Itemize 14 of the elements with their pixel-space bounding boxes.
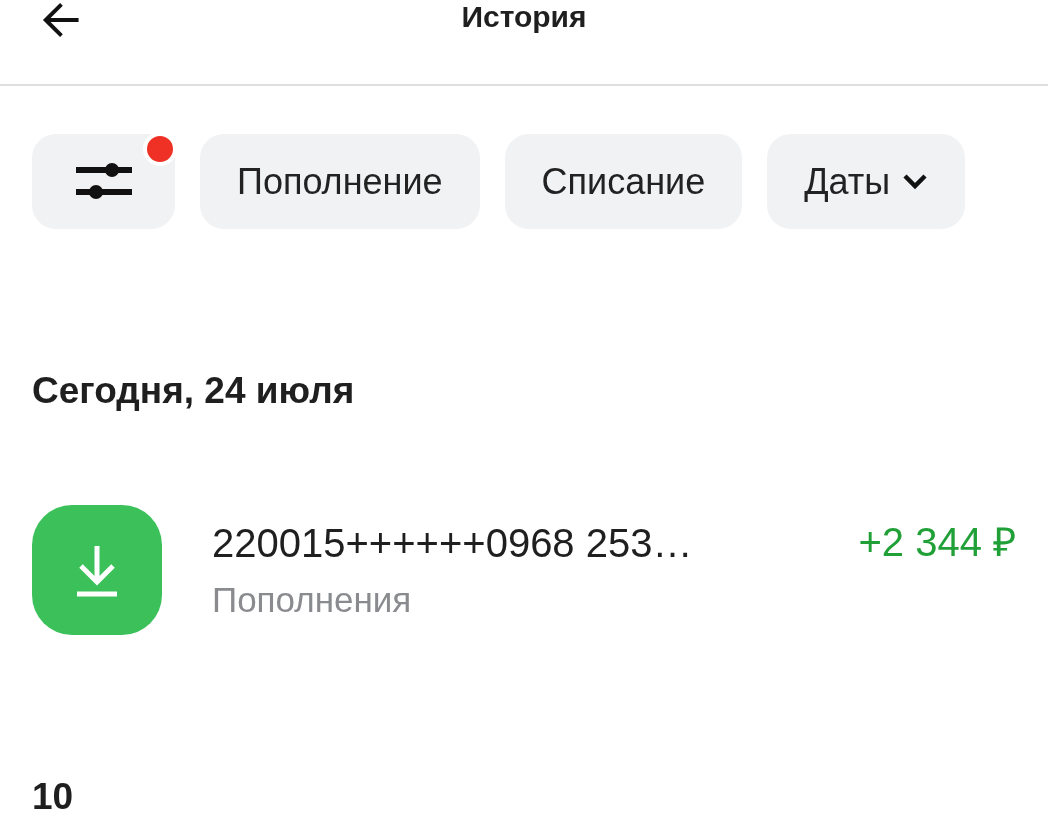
transaction-category: Пополнения xyxy=(212,579,413,620)
download-icon xyxy=(32,505,162,635)
filter-settings-button[interactable] xyxy=(32,134,175,229)
date-heading: Сегодня, 24 июля xyxy=(32,369,356,413)
transaction-title[interactable]: 220015++++++0968 253… xyxy=(212,520,809,566)
transaction-amount: +2 344 ₽ xyxy=(858,519,1016,566)
date-heading: 10 xyxy=(32,775,75,819)
back-arrow-icon[interactable] xyxy=(40,2,80,38)
dates-dropdown[interactable]: Даты xyxy=(767,134,966,229)
sliders-icon xyxy=(75,161,132,202)
filter-chip[interactable]: Списание xyxy=(504,134,743,229)
filter-chip[interactable]: Пополнение xyxy=(200,134,480,229)
screen-title: История xyxy=(461,0,587,34)
chevron-down-icon xyxy=(902,172,929,191)
